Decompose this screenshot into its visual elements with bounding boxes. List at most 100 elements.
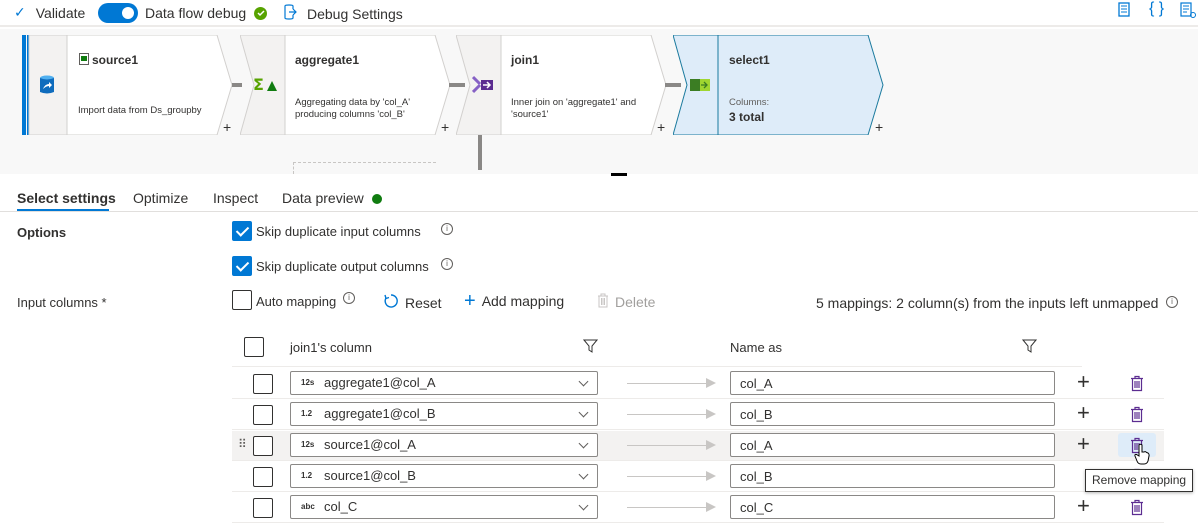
checkmark-icon: ✓ [14,4,26,20]
row-checkbox[interactable] [253,405,273,425]
info-icon[interactable]: i [1166,296,1178,308]
chevron-down-icon [578,438,589,449]
add-after-select1-button[interactable]: + [875,119,883,135]
add-after-aggregate1-button[interactable]: + [441,119,449,135]
mapping-arrow [627,414,707,415]
tab-optimize[interactable]: Optimize [133,190,188,206]
data-preview-status-icon [372,194,382,204]
debug-settings-label: Debug Settings [307,5,403,22]
auto-mapping-checkbox[interactable] [232,290,252,310]
properties-icon[interactable] [1180,2,1196,23]
auto-mapping-label: Auto mapping [256,294,337,309]
chevron-down-icon [578,407,589,418]
source-column-value: source1@col_A [324,437,416,452]
svg-text:Σ: Σ [253,75,264,93]
remove-mapping-tooltip: Remove mapping [1085,469,1194,492]
node-source1[interactable]: source1 Import data from Ds_groupby + [22,35,232,135]
arrow-head-icon [706,471,716,481]
add-after-source1-button[interactable]: + [223,119,231,135]
remove-mapping-button[interactable] [1118,495,1156,519]
type-icon: 1.2 [301,409,313,418]
row-checkbox[interactable] [253,467,273,487]
columns-value: 3 total [729,110,765,124]
debug-settings-button[interactable]: Debug Settings [283,4,403,23]
source-column-dropdown[interactable]: 12s source1@col_A [290,433,598,457]
description-line: 'source1' [511,109,549,120]
mapping-row: 1.2 source1@col_B + [232,462,1164,492]
script-icon[interactable] [1117,2,1131,23]
add-row-button[interactable]: + [1077,494,1090,518]
drag-handle-icon[interactable]: ⠿ [238,437,247,451]
arrow-head-icon [706,378,716,388]
chevron-down-icon [578,376,589,387]
row-checkbox[interactable] [253,374,273,394]
tab-data-preview[interactable]: Data preview [282,190,364,206]
chevron-down-icon [578,500,589,511]
type-icon: abc [301,502,315,511]
add-mapping-button[interactable]: + Add mapping [464,291,564,311]
name-as-input[interactable] [730,464,1055,488]
mapping-arrow [627,476,707,477]
debug-settings-icon [283,4,297,23]
source-column-dropdown[interactable]: 12s aggregate1@col_A [290,371,598,395]
add-row-button[interactable]: + [1077,370,1090,394]
trash-icon [1131,499,1143,515]
filter-icon[interactable] [582,339,599,356]
mapping-row: 1.2 aggregate1@col_B + [232,400,1164,430]
source-column-dropdown[interactable]: abc col_C [290,495,598,519]
row-checkbox[interactable] [253,498,273,518]
arrow-head-icon [706,502,716,512]
tab-inspect[interactable]: Inspect [213,190,258,206]
info-icon[interactable]: i [441,258,453,270]
columns-label: Columns: [729,97,770,108]
add-after-join1-button[interactable]: + [657,119,665,135]
type-icon: 12s [301,378,315,387]
add-row-button[interactable]: + [1077,401,1090,425]
chevron-down-icon [578,469,589,480]
name-as-input[interactable] [730,495,1055,519]
add-row-button[interactable]: + [1077,432,1090,456]
reset-icon [383,293,399,312]
mapping-arrow [627,445,707,446]
debug-label: Data flow debug [145,5,247,21]
node-title: source1 [92,53,139,67]
mapping-row: 12s source1@col_A + ⠿ [232,431,1164,461]
node-join1[interactable]: join1 Inner join on 'aggregate1' and'sou… [456,35,666,135]
node-aggregate1[interactable]: Σ aggregate1 Aggregating data by 'col_A'… [240,35,450,135]
source-column-header: join1's column [290,340,372,355]
mapping-arrow [627,383,707,384]
filter-icon[interactable] [1021,339,1038,356]
skip-duplicate-input-checkbox[interactable] [232,221,252,241]
source-column-dropdown[interactable]: 1.2 source1@col_B [290,464,598,488]
select-all-checkbox[interactable] [244,337,264,357]
reset-button[interactable]: Reset [383,293,442,312]
source-column-value: aggregate1@col_A [324,375,436,390]
delete-button[interactable]: Delete [597,293,655,311]
node-title: aggregate1 [295,53,360,67]
dataflow-canvas[interactable]: source1 Import data from Ds_groupby + Σ … [0,29,1198,174]
tab-select-settings[interactable]: Select settings [17,190,116,206]
validate-button[interactable]: ✓ Validate [14,4,85,21]
node-select1[interactable]: select1 Columns: 3 total + [673,35,885,135]
source-column-dropdown[interactable]: 1.2 aggregate1@col_B [290,402,598,426]
trash-icon [597,293,609,311]
name-as-input[interactable] [730,402,1055,426]
source-column-value: source1@col_B [324,468,416,483]
remove-mapping-button[interactable] [1118,402,1156,426]
skip-duplicate-output-checkbox[interactable] [232,256,252,276]
source-column-value: col_C [324,499,358,514]
active-tab-indicator [17,209,109,211]
row-checkbox[interactable] [253,436,273,456]
debug-toggle-group: Data flow debug [98,3,268,23]
name-as-input[interactable] [730,371,1055,395]
debug-toggle[interactable] [98,3,138,23]
input-columns-label: Input columns * [17,295,107,310]
code-icon[interactable]: { } [1149,0,1164,18]
placeholder-node [293,162,436,174]
description-line: producing columns 'col_B' [295,109,405,120]
name-as-input[interactable] [730,433,1055,457]
info-icon[interactable]: i [441,223,453,235]
info-icon[interactable]: i [343,292,355,304]
trash-icon [1131,406,1143,422]
remove-mapping-button[interactable] [1118,371,1156,395]
